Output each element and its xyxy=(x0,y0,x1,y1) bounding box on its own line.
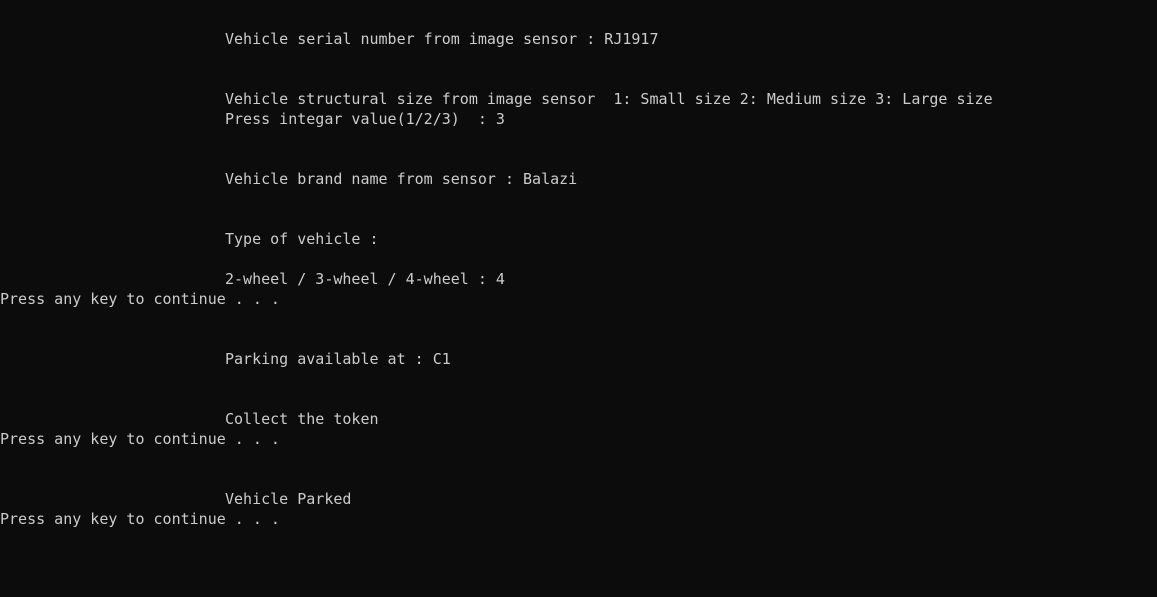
wheel-input-line: 2-wheel / 3-wheel / 4-wheel : 4 xyxy=(225,270,505,288)
vehicle-type-line: Type of vehicle : xyxy=(225,230,379,248)
brand-name-line: Vehicle brand name from sensor : Balazi xyxy=(225,170,578,188)
collect-token-line: Collect the token xyxy=(225,410,379,428)
serial-number-line: Vehicle serial number from image sensor … xyxy=(225,30,659,48)
console-window[interactable]: Vehicle serial number from image sensor … xyxy=(0,0,1157,597)
parking-available-line: Parking available at : C1 xyxy=(225,350,451,368)
structural-size-line: Vehicle structural size from image senso… xyxy=(225,90,993,108)
continue-prompt: Press any key to continue . . . xyxy=(0,430,280,448)
vehicle-parked-line: Vehicle Parked xyxy=(225,490,352,508)
continue-prompt: Press any key to continue . . . xyxy=(0,290,280,308)
size-input-line: Press integar value(1/2/3) : 3 xyxy=(225,110,505,128)
continue-prompt: Press any key to continue . . . xyxy=(0,510,280,528)
